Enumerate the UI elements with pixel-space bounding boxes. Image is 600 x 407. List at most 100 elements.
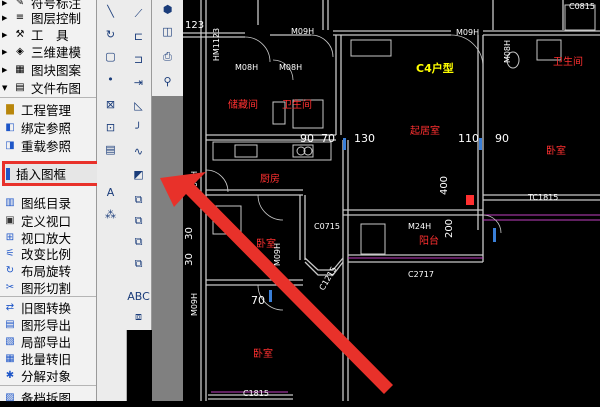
menu-item-partial-export[interactable]: ▧ 局部导出 — [0, 333, 96, 350]
menu-item-split-drawing[interactable]: ▨ 备档拆图 — [0, 389, 96, 406]
menu-item-block-pattern[interactable]: ▶ ▦ 图块图案 — [0, 61, 96, 78]
toolbar-empty-area — [152, 96, 183, 401]
menu-item-export-drawing[interactable]: ▤ 图形导出 — [0, 316, 96, 333]
copy-tool-icon[interactable]: ⊏ — [129, 27, 148, 46]
stack-4-tool-icon[interactable]: ⧉ — [129, 254, 148, 273]
dimension-label: 70 — [251, 294, 265, 307]
export-drawing-icon: ▤ — [5, 319, 15, 330]
room-label-balcony: 阳台 — [419, 236, 439, 247]
text-tool-icon[interactable]: A — [101, 183, 120, 202]
dimension-label: 400 — [439, 175, 451, 196]
3d-model-icon: ◈ — [16, 46, 24, 57]
room-label-bedroom-right: 卧室 — [546, 146, 566, 157]
stack-3-tool-icon[interactable]: ⧉ — [129, 232, 148, 251]
door-label: M08H — [503, 39, 513, 64]
door-label: M09H — [456, 28, 480, 37]
drawing-canvas[interactable]: C4户型 储藏间 卫生间 起居室 卧室 厨房 卧室 阳台 卫生间 卧室 M09H… — [183, 0, 600, 401]
file-layout-icon: ▤ — [15, 82, 25, 93]
stretch-tool-icon[interactable]: ⟋ — [129, 4, 148, 23]
dimension-label: 110 — [458, 132, 479, 145]
room-label-living: 起居室 — [410, 126, 440, 137]
extend-tool-icon[interactable]: ⊐ — [129, 50, 148, 69]
chamfer-tool-icon[interactable]: ◺ — [129, 96, 148, 115]
batch-convert-icon: ▦ — [5, 353, 15, 364]
menu-item-file-layout[interactable]: ▼ ▤ 文件布图 — [0, 79, 96, 96]
properties-tool-icon[interactable]: ⧈ — [129, 307, 148, 326]
side-menu: ▶ ✎ 符号标注 ▶ ≡ 图层控制 ▶ ⚒ 工 具 ▶ ◈ 三维建模 ▶ ▦ 图块图案 ▼ ▤ 文件布图… — [0, 0, 97, 406]
define-viewport-icon: ▣ — [5, 215, 15, 226]
bind-xref-icon: ◧ — [5, 122, 15, 133]
toolbar-modify: ⟋ ⊏ ⊐ ⇥ ◺ ╯ ∿ ◩ ⧉ ⧉ ⧉ ⧉ ABC ⧈ — [126, 0, 152, 330]
menu-item-change-scale[interactable]: ⚟ 改变比例 — [0, 245, 96, 262]
split-drawing-icon: ▨ — [5, 392, 15, 403]
door-label: M24H — [408, 222, 432, 231]
window-label: C1815 — [243, 389, 269, 398]
region-tool-icon[interactable]: ⊡ — [101, 118, 120, 137]
stack-2-tool-icon[interactable]: ⧉ — [129, 211, 148, 230]
cad-application-window: ▶ ✎ 符号标注 ▶ ≡ 图层控制 ▶ ⚒ 工 具 ▶ ◈ 三维建模 ▶ ▦ 图块图案 ▼ ▤ 文件布图… — [0, 0, 600, 406]
door-label: M09H — [291, 27, 315, 36]
menu-item-convert-old[interactable]: ⇄ 旧图转换 — [0, 299, 96, 316]
menu-item-bind-xref[interactable]: ◧ 绑定参照 — [0, 119, 96, 136]
magnifier-icon[interactable]: ⚲ — [158, 72, 177, 91]
polyline-tool-icon[interactable]: ↻ — [101, 25, 120, 44]
menu-item-tools[interactable]: ▶ ⚒ 工 具 — [0, 26, 96, 43]
dimension-label: 30 — [183, 227, 195, 240]
block-icon: ▦ — [15, 64, 25, 75]
line-tool-icon[interactable]: ╲ — [101, 2, 120, 21]
rectangle-tool-icon[interactable]: ▢ — [101, 47, 120, 66]
project-manage-icon: ▇ — [6, 104, 14, 115]
abc-text-tool-icon[interactable]: ABC — [127, 287, 150, 306]
menu-divider — [0, 385, 96, 386]
layer-icon: ≡ — [15, 12, 25, 23]
spline-tool-icon[interactable]: ∿ — [129, 142, 148, 161]
menu-item-explode[interactable]: ✱ 分解对象 — [0, 367, 96, 384]
dimension-label: 200 — [444, 218, 456, 239]
camera-icon[interactable]: ⎙ — [158, 47, 177, 66]
room-label-storage: 储藏间 — [228, 100, 258, 111]
attribute-tool-icon[interactable]: ⁂ — [101, 205, 120, 224]
dimension-label: 123 — [185, 20, 205, 31]
point-tool-icon[interactable]: • — [101, 70, 120, 89]
dimension-label: 30 — [183, 253, 195, 266]
menu-divider — [0, 296, 96, 297]
frame-tool-icon[interactable]: ◩ — [129, 165, 148, 184]
menu-item-layout-rotate[interactable]: ↻ 布局旋转 — [0, 262, 96, 279]
door-label: M09H — [190, 292, 200, 317]
layer-state-icon[interactable]: ◫ — [158, 22, 177, 41]
dimension-label: 70 — [321, 132, 335, 145]
menu-item-3d-modeling[interactable]: ▶ ◈ 三维建模 — [0, 43, 96, 60]
door-label: M09H — [190, 170, 200, 195]
table-tool-icon[interactable]: ▤ — [101, 140, 120, 159]
dimension-label: 90 — [495, 132, 509, 145]
toolbar-view: ⬢ ◫ ⎙ ⚲ — [152, 0, 184, 96]
tools-icon: ⚒ — [15, 29, 25, 40]
menu-item-project-manage[interactable]: ▇ 工程管理 — [0, 101, 96, 118]
stack-1-tool-icon[interactable]: ⧉ — [129, 190, 148, 209]
menu-item-reload-xref[interactable]: ◨ 重载参照 — [0, 137, 96, 154]
zoom-viewport-icon: ⊞ — [5, 232, 15, 243]
toolbar-draw: ╲ ↻ ▢ • ⊠ ⊡ ▤ A ⁂ — [97, 0, 127, 401]
door-label: HM1123 — [212, 27, 222, 62]
partial-export-icon: ▧ — [5, 336, 15, 347]
insert-frame-icon — [6, 167, 10, 180]
symbol-icon: ✎ — [15, 0, 25, 8]
dimension-label: 90 — [300, 132, 314, 145]
fillet-tool-icon[interactable]: ╯ — [129, 119, 148, 138]
3d-view-icon[interactable]: ⬢ — [158, 0, 177, 19]
room-label-bedroom-bottom: 卧室 — [253, 349, 273, 360]
menu-item-drawing-list[interactable]: ▥ 图纸目录 — [0, 194, 96, 211]
hatch-tool-icon[interactable]: ⊠ — [101, 95, 120, 114]
window-label: C0815 — [569, 2, 595, 11]
menu-item-cut-drawing[interactable]: ✂ 图形切割 — [0, 279, 96, 296]
drawing-list-icon: ▥ — [5, 197, 15, 208]
trim-tool-icon[interactable]: ⇥ — [129, 73, 148, 92]
menu-item-define-viewport[interactable]: ▣ 定义视口 — [0, 212, 96, 229]
unit-type-label: C4户型 — [416, 62, 454, 75]
room-label-bathroom-right: 卫生间 — [553, 57, 583, 68]
menu-item-batch-convert[interactable]: ▦ 批量转旧 — [0, 350, 96, 367]
explode-icon: ✱ — [5, 370, 15, 381]
cut-drawing-icon: ✂ — [5, 282, 15, 293]
window-label: C2717 — [408, 270, 434, 279]
menu-item-layer-control[interactable]: ▶ ≡ 图层控制 — [0, 9, 96, 26]
